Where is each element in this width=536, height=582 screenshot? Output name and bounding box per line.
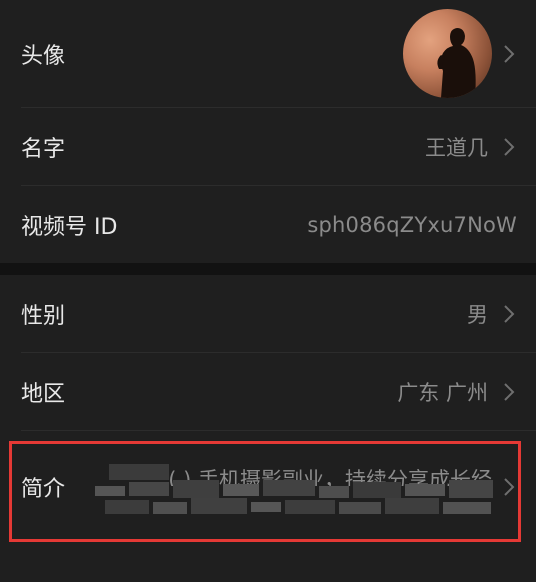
bio-highlight-box	[9, 441, 521, 542]
avatar-silhouette	[437, 28, 476, 98]
name-row[interactable]: 名字 王道几	[0, 108, 536, 185]
avatar-label: 头像	[21, 43, 66, 69]
region-value: 广东 广州	[397, 380, 488, 405]
profile-settings-screen: 头像 名字 王道几 视频号 ID sph086qZYxu7NoW 性别 男 地区…	[0, 0, 536, 582]
name-label: 名字	[21, 136, 66, 162]
region-row[interactable]: 地区 广东 广州	[0, 353, 536, 430]
gender-row[interactable]: 性别 男	[0, 275, 536, 352]
name-value: 王道几	[425, 135, 488, 160]
region-label: 地区	[21, 381, 66, 407]
chevron-right-icon	[504, 137, 515, 156]
channel-id-row: 视频号 ID sph086qZYxu7NoW	[0, 186, 536, 263]
profile-group-basic: 头像 名字 王道几 视频号 ID sph086qZYxu7NoW	[0, 0, 536, 263]
channel-id-label: 视频号 ID	[21, 214, 118, 240]
chevron-right-icon	[504, 304, 515, 323]
section-separator	[0, 263, 536, 275]
chevron-right-icon	[504, 44, 515, 63]
channel-id-value: sph086qZYxu7NoW	[307, 212, 517, 237]
avatar[interactable]	[403, 9, 492, 98]
chevron-right-icon	[504, 382, 515, 401]
gender-value: 男	[467, 302, 488, 327]
gender-label: 性别	[21, 303, 66, 329]
avatar-row[interactable]: 头像	[0, 0, 536, 107]
